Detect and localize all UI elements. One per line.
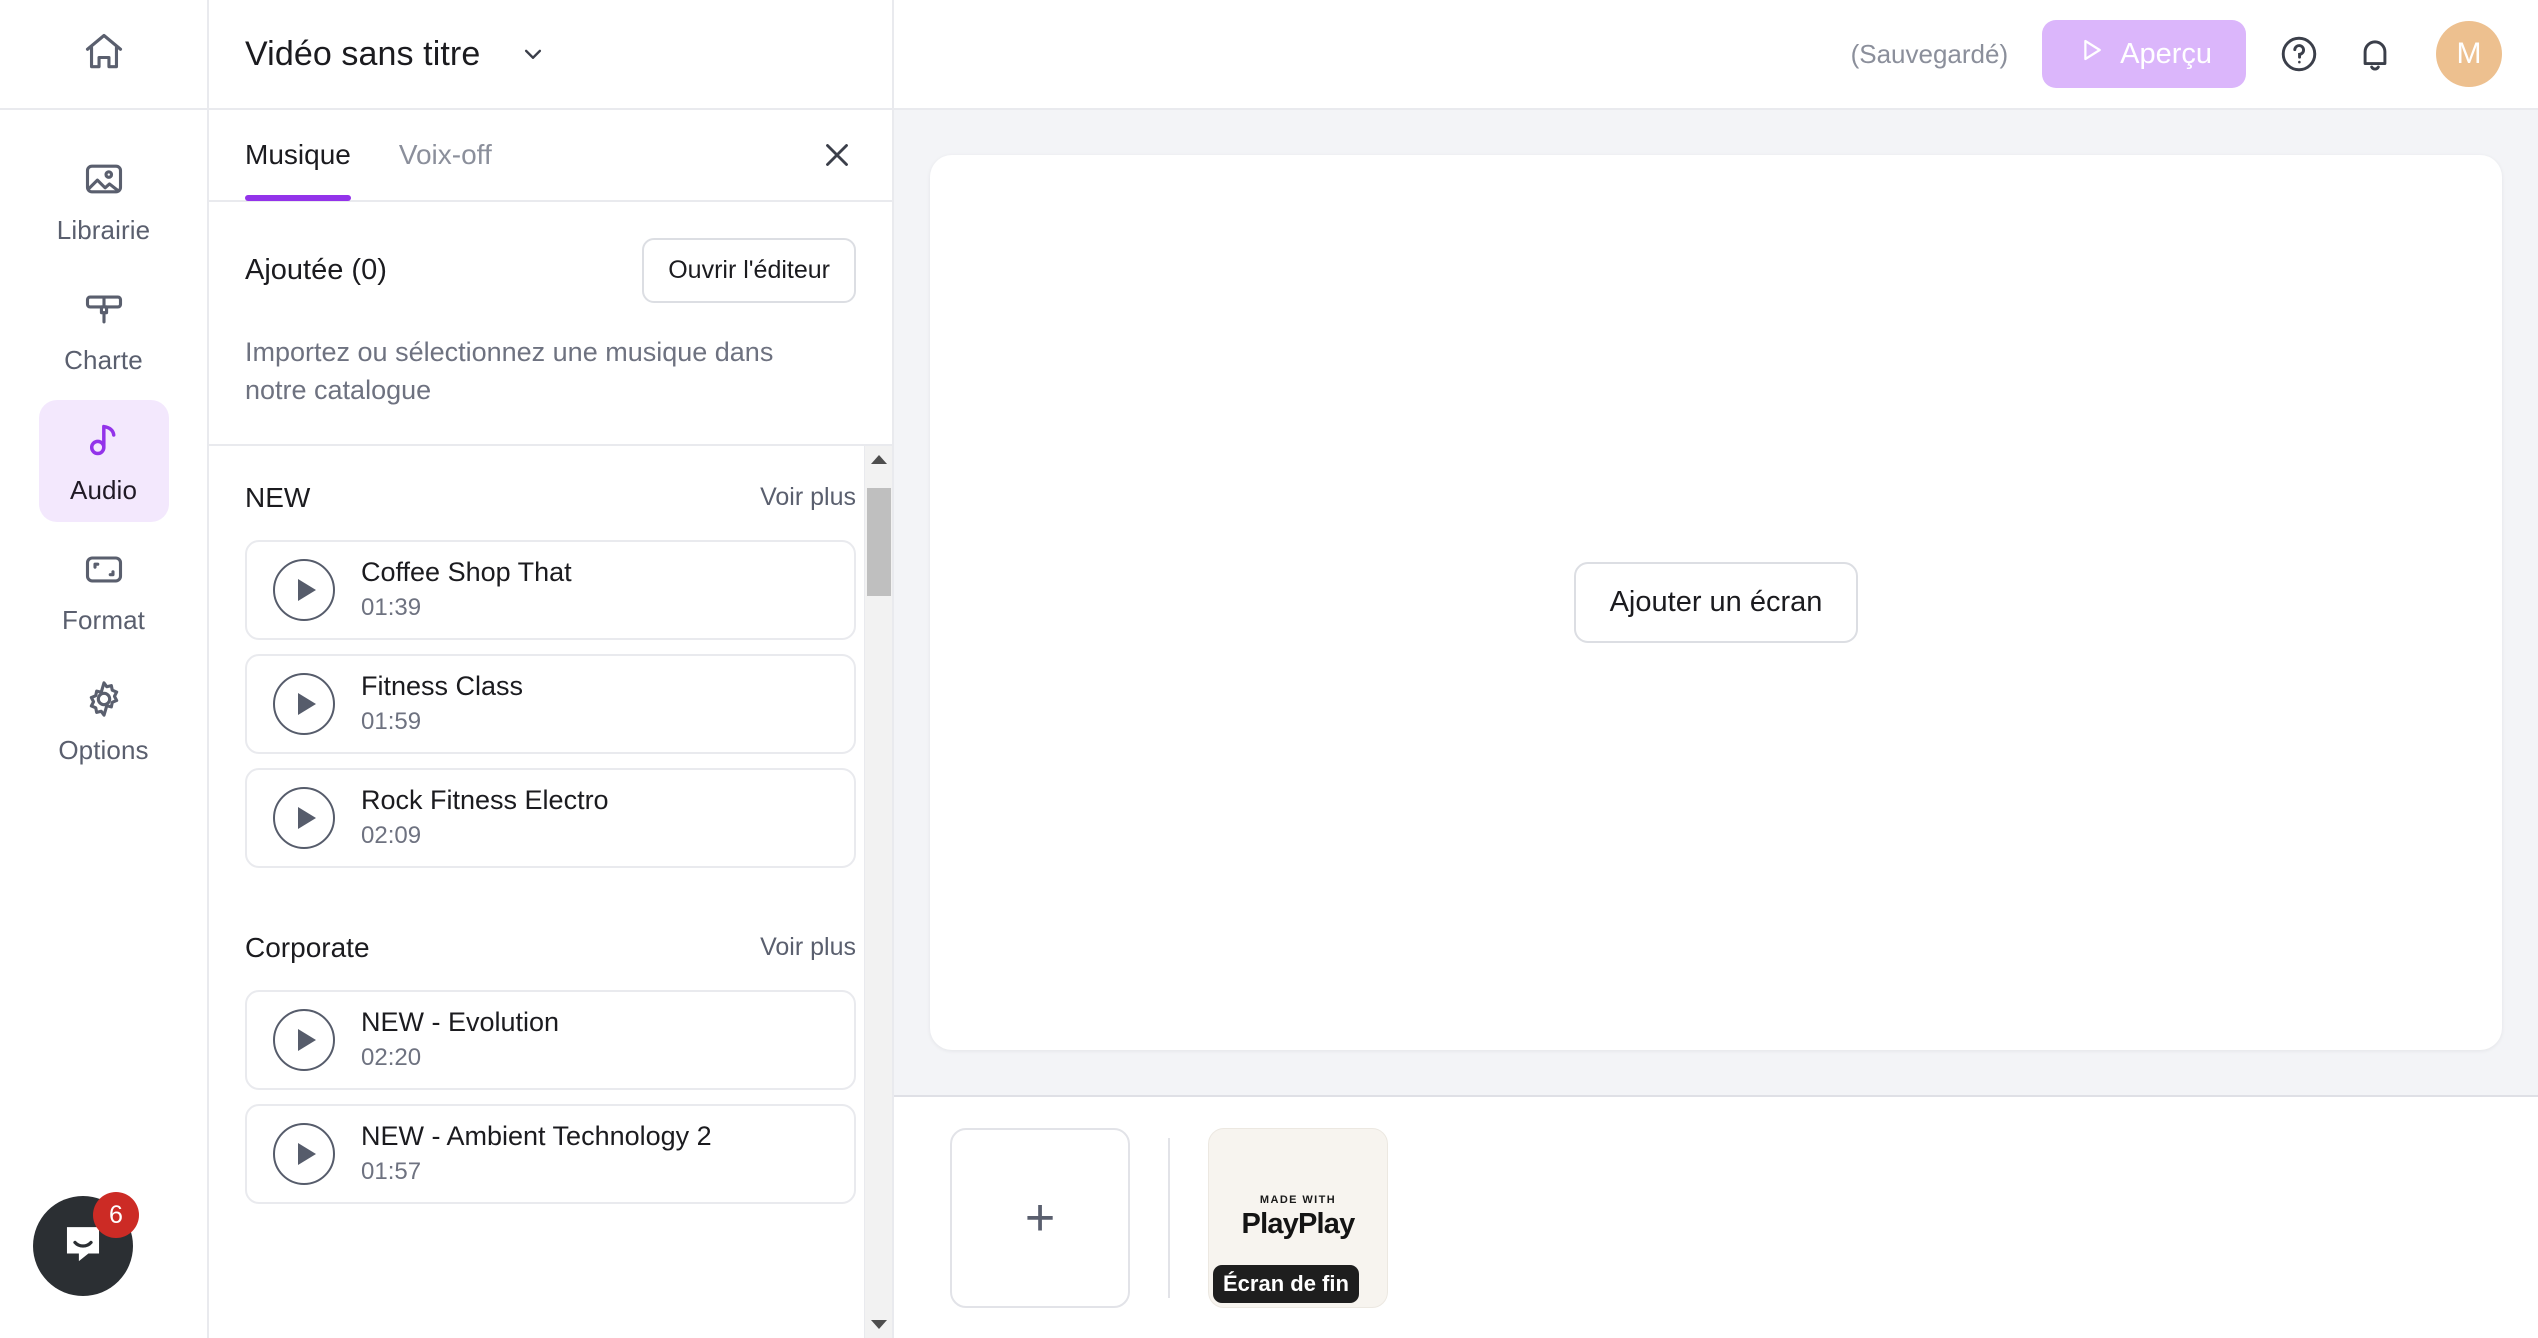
track-title: Fitness Class <box>361 671 523 702</box>
tab-voix-off[interactable]: Voix-off <box>399 109 492 201</box>
editor-app: Librairie Charte <box>0 0 2538 1338</box>
chat-launcher-button[interactable]: 6 <box>33 1196 133 1296</box>
open-editor-button[interactable]: Ouvrir l'éditeur <box>642 238 856 303</box>
added-music-hint: Importez ou sélectionnez une musique dan… <box>245 333 815 410</box>
chevron-down-icon[interactable] <box>518 39 548 69</box>
page-title: Vidéo sans titre <box>209 35 480 74</box>
avatar[interactable]: M <box>2436 21 2502 87</box>
audio-panel: Vidéo sans titre Musique Voix-off <box>209 0 894 1338</box>
tab-label: Musique <box>245 139 351 171</box>
gear-icon <box>82 677 126 721</box>
track-duration: 01:59 <box>361 708 523 736</box>
sidebar-item-librairie[interactable]: Librairie <box>39 140 169 262</box>
add-scene-button[interactable]: + <box>950 1128 1130 1308</box>
status-badge: Écran de fin <box>1213 1265 1359 1303</box>
close-icon[interactable] <box>818 136 856 174</box>
vertical-scrollbar[interactable] <box>864 446 892 1338</box>
panel-tab-bar: Musique Voix-off <box>209 110 892 202</box>
music-note-icon <box>82 417 126 461</box>
end-screen-thumbnail[interactable]: MADE WITH PlayPlay Écran de fin <box>1208 1128 1388 1308</box>
track-title: Rock Fitness Electro <box>361 785 609 816</box>
rail-item-list: Librairie Charte <box>0 110 207 782</box>
music-catalog-list: NEW Voir plus Coffee Shop That 01:39 Fit… <box>209 446 892 1204</box>
scroll-up-arrow-icon[interactable] <box>865 446 892 474</box>
track-row[interactable]: Coffee Shop That 01:39 <box>245 540 856 640</box>
status-badge: (Sauvegardé) <box>1851 39 2009 70</box>
scroll-down-arrow-icon[interactable] <box>865 1310 892 1338</box>
brush-icon <box>82 287 126 331</box>
track-row[interactable]: Rock Fitness Electro 02:09 <box>245 768 856 868</box>
home-button[interactable] <box>0 0 207 110</box>
music-catalog-scroll-area[interactable]: NEW Voir plus Coffee Shop That 01:39 Fit… <box>209 446 892 1338</box>
section-title: NEW <box>245 482 310 514</box>
canvas-stage: Ajouter un écran <box>894 110 2538 1095</box>
track-title: NEW - Evolution <box>361 1007 559 1038</box>
play-icon[interactable] <box>273 673 335 735</box>
timeline-divider <box>1168 1138 1170 1298</box>
track-duration: 01:39 <box>361 594 572 622</box>
track-duration: 02:20 <box>361 1044 559 1072</box>
section-spacer <box>209 882 892 930</box>
added-music-section: Ajoutée (0) Ouvrir l'éditeur Importez ou… <box>209 202 892 446</box>
play-icon[interactable] <box>273 787 335 849</box>
section-header-new: NEW Voir plus <box>209 482 892 514</box>
preview-button[interactable]: Aperçu <box>2042 20 2246 88</box>
bell-icon[interactable] <box>2352 31 2398 77</box>
play-icon[interactable] <box>273 559 335 621</box>
left-rail: Librairie Charte <box>0 0 209 1338</box>
play-triangle-icon <box>2076 35 2106 73</box>
plus-icon: + <box>1025 1192 1055 1244</box>
track-row[interactable]: NEW - Evolution 02:20 <box>245 990 856 1090</box>
see-more-link[interactable]: Voir plus <box>760 933 856 962</box>
track-duration: 02:09 <box>361 822 609 850</box>
section-header-corporate: Corporate Voir plus <box>209 932 892 964</box>
tab-label: Voix-off <box>399 139 492 171</box>
scrollbar-thumb[interactable] <box>867 488 891 596</box>
made-with-label: MADE WITH <box>1260 1194 1336 1206</box>
image-icon <box>82 157 126 201</box>
top-header-bar: (Sauvegardé) Aperçu M <box>894 0 2538 110</box>
question-circle-icon[interactable] <box>2276 31 2322 77</box>
sidebar-item-format[interactable]: Format <box>39 530 169 652</box>
track-duration: 01:57 <box>361 1158 712 1186</box>
see-more-link[interactable]: Voir plus <box>760 483 856 512</box>
play-icon[interactable] <box>273 1123 335 1185</box>
timeline-bar: + MADE WITH PlayPlay Écran de fin <box>894 1095 2538 1338</box>
project-title-bar: Vidéo sans titre <box>209 0 892 110</box>
section-title: Corporate <box>245 932 370 964</box>
tab-musique[interactable]: Musique <box>245 109 351 201</box>
resize-frame-icon <box>82 547 126 591</box>
sidebar-item-label: Librairie <box>57 215 150 246</box>
sidebar-item-label: Options <box>58 735 148 766</box>
sidebar-item-label: Audio <box>70 475 137 506</box>
sidebar-item-audio[interactable]: Audio <box>39 400 169 522</box>
playplay-logo: PlayPlay <box>1242 1208 1355 1241</box>
track-title: NEW - Ambient Technology 2 <box>361 1121 712 1152</box>
added-music-header: Ajoutée (0) Ouvrir l'éditeur <box>245 238 856 303</box>
added-music-count: Ajoutée (0) <box>245 254 387 287</box>
track-row[interactable]: NEW - Ambient Technology 2 01:57 <box>245 1104 856 1204</box>
canvas-card: Ajouter un écran <box>930 155 2502 1050</box>
track-row[interactable]: Fitness Class 01:59 <box>245 654 856 754</box>
chat-unread-badge: 6 <box>93 1192 139 1238</box>
track-title: Coffee Shop That <box>361 557 572 588</box>
home-icon <box>82 30 126 79</box>
sidebar-item-label: Charte <box>64 345 143 376</box>
preview-button-label: Aperçu <box>2120 38 2212 71</box>
sidebar-item-charte[interactable]: Charte <box>39 270 169 392</box>
play-icon[interactable] <box>273 1009 335 1071</box>
add-screen-button[interactable]: Ajouter un écran <box>1574 562 1859 643</box>
sidebar-item-label: Format <box>62 605 145 636</box>
sidebar-item-options[interactable]: Options <box>39 660 169 782</box>
